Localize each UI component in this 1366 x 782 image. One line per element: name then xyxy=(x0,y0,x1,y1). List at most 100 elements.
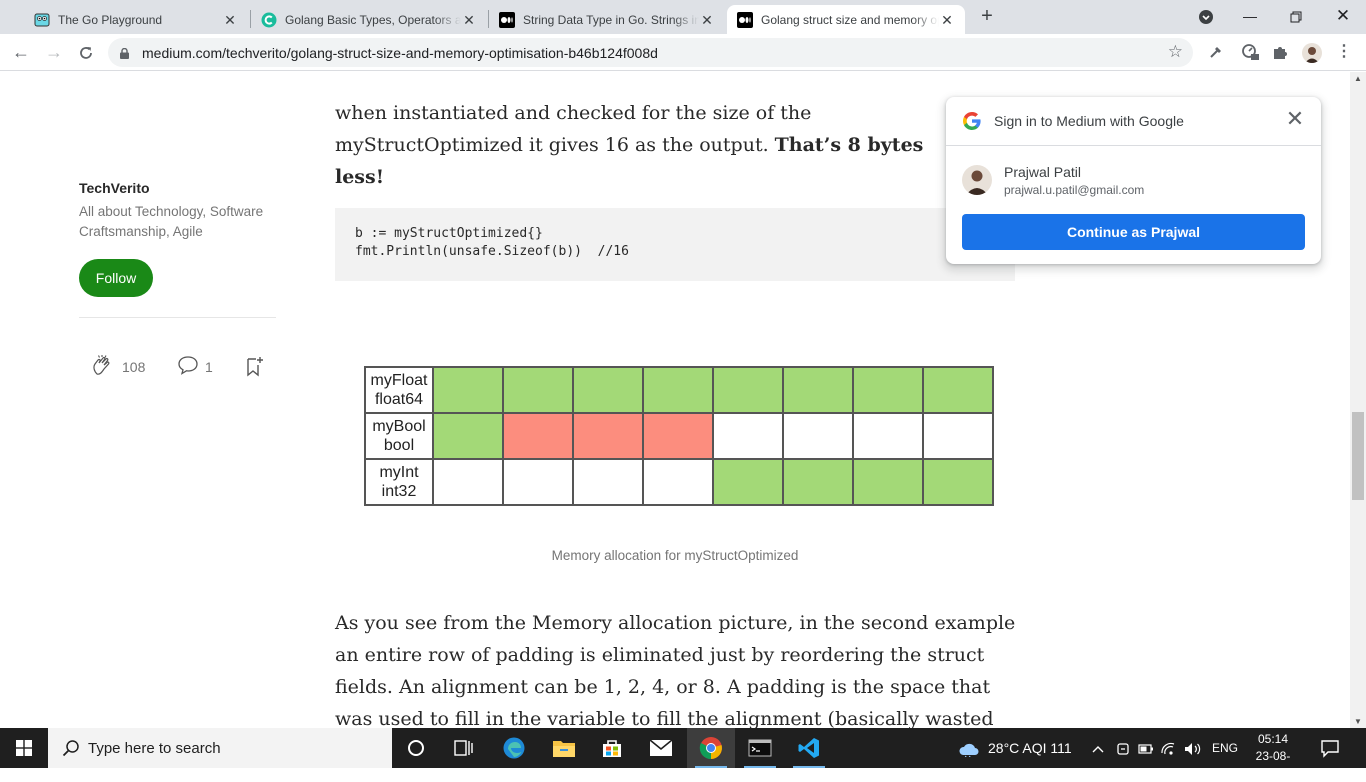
code-text: b := myStructOptimized{} fmt.Println(uns… xyxy=(355,225,629,261)
file-explorer-icon[interactable] xyxy=(540,728,588,768)
browser-toolbar: ← → medium.com/techverito/golang-struct-… xyxy=(0,34,1366,71)
lock-icon[interactable] xyxy=(120,46,129,59)
field-name: myBool xyxy=(372,418,426,435)
mail-icon[interactable] xyxy=(637,728,685,768)
forward-icon[interactable]: → xyxy=(42,40,66,64)
row-label: myInt int32 xyxy=(364,458,434,506)
tab-go-playground[interactable]: The Go Playground ✕ xyxy=(24,5,248,34)
minimize-icon[interactable]: — xyxy=(1227,0,1273,32)
paragraph-intro-text: when instantiated and checked for the si… xyxy=(335,102,812,156)
continue-button[interactable]: Continue as Prajwal xyxy=(962,214,1305,250)
close-tab-icon[interactable]: ✕ xyxy=(939,12,955,28)
code-block: b := myStructOptimized{} fmt.Println(uns… xyxy=(335,208,1015,281)
edge-icon[interactable] xyxy=(490,728,538,768)
scrollbar-thumb[interactable] xyxy=(1352,412,1364,500)
clap-icon[interactable] xyxy=(89,352,117,380)
memory-cell xyxy=(502,458,574,506)
bookmark-add-icon[interactable] xyxy=(244,355,264,377)
memory-cell xyxy=(572,366,644,414)
memory-cell xyxy=(922,458,994,506)
close-tab-icon[interactable]: ✕ xyxy=(222,12,238,28)
field-type: float64 xyxy=(374,391,424,408)
eyedropper-extension-icon[interactable] xyxy=(1206,42,1226,62)
tab-title: Golang Basic Types, Operators and Type C… xyxy=(285,12,461,27)
memory-cell xyxy=(572,458,644,506)
medium-icon xyxy=(737,11,753,28)
task-view-icon[interactable] xyxy=(440,728,488,768)
weather-text[interactable]: 28°C AQI 111 xyxy=(988,728,1072,768)
memory-cell xyxy=(432,458,504,506)
new-tab-icon[interactable]: + xyxy=(977,6,997,26)
field-type: int32 xyxy=(381,483,417,500)
clock-time: 05:14 xyxy=(1257,732,1289,746)
language-indicator[interactable]: ENG xyxy=(1212,728,1238,768)
extensions-puzzle-icon[interactable] xyxy=(1270,42,1290,62)
memory-cell xyxy=(782,366,854,414)
cortana-icon[interactable] xyxy=(392,728,440,768)
microsoft-store-icon[interactable] xyxy=(588,728,636,768)
reload-icon[interactable] xyxy=(74,40,98,64)
memory-cell xyxy=(642,412,714,460)
tab-golang-basic-types[interactable]: Golang Basic Types, Operators and Type C… xyxy=(251,5,487,34)
chrome-taskbar-icon[interactable] xyxy=(687,728,735,768)
search-icon xyxy=(62,739,80,757)
tab-golang-struct-size[interactable]: Golang struct size and memory optimisati… xyxy=(727,5,965,34)
bookmark-star-icon[interactable]: ☆ xyxy=(1168,42,1183,62)
search-placeholder: Type here to search xyxy=(88,740,221,757)
scroll-up-icon[interactable]: ▲ xyxy=(1350,74,1366,83)
comment-count: 1 xyxy=(205,359,213,375)
battery-icon[interactable] xyxy=(1138,728,1154,768)
speed-extension-icon[interactable] xyxy=(1240,42,1260,62)
vscode-icon[interactable] xyxy=(785,728,833,768)
page-scrollbar[interactable]: ▲ ▼ xyxy=(1350,72,1366,728)
taskbar-search-box[interactable]: Type here to search xyxy=(48,728,392,768)
tab-search-icon[interactable] xyxy=(1199,10,1213,24)
memory-cell xyxy=(432,366,504,414)
meet-now-icon[interactable] xyxy=(1116,728,1130,768)
field-name: myFloat xyxy=(370,372,428,389)
paragraph-explanation: As you see from the Memory allocation pi… xyxy=(335,612,1016,728)
url-text: medium.com/techverito/golang-struct-size… xyxy=(142,45,658,61)
comment-icon[interactable] xyxy=(177,355,199,375)
back-icon[interactable]: ← xyxy=(9,40,33,64)
address-bar[interactable]: medium.com/techverito/golang-struct-size… xyxy=(108,38,1193,67)
account-avatar[interactable] xyxy=(962,165,992,195)
popup-divider xyxy=(946,145,1321,146)
popup-title: Sign in to Medium with Google xyxy=(994,113,1184,129)
follow-button[interactable]: Follow xyxy=(79,259,153,297)
publication-name[interactable]: TechVerito xyxy=(79,180,150,196)
field-name: myInt xyxy=(379,464,419,481)
close-tab-icon[interactable]: ✕ xyxy=(699,12,715,28)
scroll-down-icon[interactable]: ▼ xyxy=(1350,717,1366,726)
row-label: myFloat float64 xyxy=(364,366,434,414)
account-name[interactable]: Prajwal Patil xyxy=(1004,164,1081,180)
system-clock[interactable]: 05:14 23-08-2021 xyxy=(1244,731,1302,782)
memory-cell xyxy=(852,458,924,506)
terminal-icon[interactable] xyxy=(736,728,784,768)
tab-string-data-type[interactable]: String Data Type in Go. Strings in Go ✕ xyxy=(489,5,725,34)
close-icon[interactable]: ✕ xyxy=(1283,107,1307,131)
memory-cell xyxy=(852,366,924,414)
notifications-icon[interactable] xyxy=(1320,738,1340,758)
restore-icon[interactable] xyxy=(1273,0,1319,32)
chrome-menu-icon[interactable]: ⋮ xyxy=(1336,42,1352,62)
account-email[interactable]: prajwal.u.patil@gmail.com xyxy=(1004,183,1144,197)
weather-icon[interactable] xyxy=(958,728,980,768)
volume-icon[interactable] xyxy=(1184,728,1202,768)
show-hidden-icons-icon[interactable] xyxy=(1092,728,1104,768)
tab-title: String Data Type in Go. Strings in Go xyxy=(523,12,699,27)
sidebar-divider xyxy=(79,317,276,318)
profile-avatar[interactable] xyxy=(1302,43,1322,63)
wifi-icon[interactable] xyxy=(1160,728,1176,768)
tab-strip: The Go Playground ✕ Golang Basic Types, … xyxy=(0,0,1366,34)
close-window-icon[interactable]: ✕ xyxy=(1320,0,1366,32)
windows-taskbar: Type here to search 28°C AQI 111 ENG 05:… xyxy=(0,728,1366,780)
memory-cell xyxy=(712,366,784,414)
windows-start-icon[interactable] xyxy=(0,728,48,768)
memory-cell xyxy=(782,458,854,506)
memory-cell xyxy=(642,458,714,506)
memory-cell xyxy=(922,366,994,414)
close-tab-icon[interactable]: ✕ xyxy=(461,12,477,28)
google-logo-icon xyxy=(962,111,982,131)
memory-cell xyxy=(712,412,784,460)
